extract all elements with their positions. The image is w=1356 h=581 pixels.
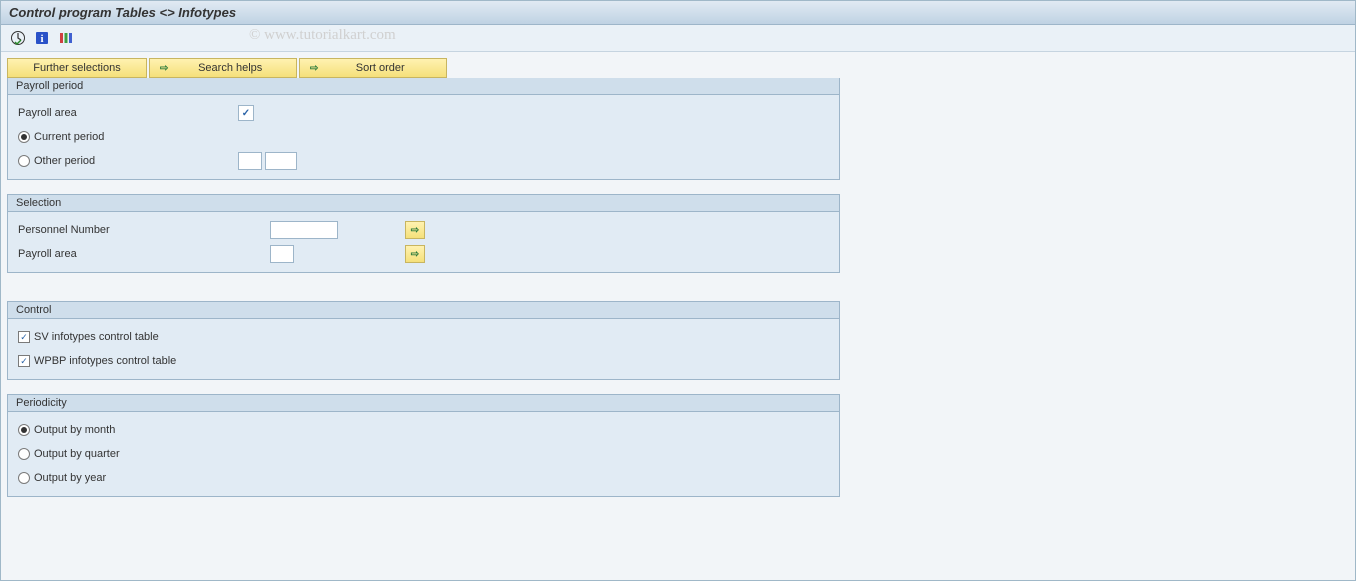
other-period-field-1[interactable]: [238, 152, 262, 170]
control-header: Control: [8, 302, 839, 319]
info-icon[interactable]: i: [33, 29, 51, 47]
radio-icon: [18, 131, 30, 143]
other-period-label: Other period: [34, 155, 95, 167]
sv-infotypes-checkbox[interactable]: ✓ SV infotypes control table: [18, 331, 159, 343]
content-area: Further selections ⇨ Search helps ⇨ Sort…: [1, 52, 1355, 517]
wpbp-infotypes-checkbox[interactable]: ✓ WPBP infotypes control table: [18, 355, 176, 367]
sort-order-label: Sort order: [324, 62, 436, 74]
output-quarter-radio[interactable]: Output by quarter: [18, 448, 120, 460]
other-period-radio[interactable]: Other period: [18, 155, 238, 167]
personnel-number-label: Personnel Number: [18, 224, 270, 236]
wpbp-infotypes-label: WPBP infotypes control table: [34, 355, 176, 367]
radio-icon: [18, 472, 30, 484]
selection-header: Selection: [8, 195, 839, 212]
payroll-area-label: Payroll area: [18, 107, 238, 119]
personnel-number-input[interactable]: [270, 221, 338, 239]
payroll-period-header: Payroll period: [8, 78, 839, 95]
selection-payroll-area-label: Payroll area: [18, 248, 270, 260]
toolbar: i © www.tutorialkart.com: [1, 25, 1355, 52]
control-group: Control ✓ SV infotypes control table ✓ W…: [7, 301, 840, 380]
selection-group: Selection Personnel Number ⇨ Payroll are…: [7, 194, 840, 273]
watermark: © www.tutorialkart.com: [249, 27, 396, 44]
current-period-label: Current period: [34, 131, 104, 143]
sv-infotypes-label: SV infotypes control table: [34, 331, 159, 343]
radio-icon: [18, 424, 30, 436]
radio-icon: [18, 448, 30, 460]
arrow-right-icon: ⇨: [160, 63, 168, 74]
title-bar: Control program Tables <> Infotypes: [1, 1, 1355, 25]
output-year-radio[interactable]: Output by year: [18, 472, 106, 484]
output-month-label: Output by month: [34, 424, 115, 436]
selection-buttons-row: Further selections ⇨ Search helps ⇨ Sort…: [7, 58, 1349, 78]
payroll-period-group: Payroll period Payroll area ✓ Current pe…: [7, 78, 840, 180]
periodicity-header: Periodicity: [8, 395, 839, 412]
sort-order-button[interactable]: ⇨ Sort order: [299, 58, 447, 78]
payroll-area-multi-button[interactable]: ⇨: [405, 245, 425, 263]
further-selections-label: Further selections: [33, 62, 120, 74]
execute-icon[interactable]: [9, 29, 27, 47]
variant-icon[interactable]: [57, 29, 75, 47]
output-year-label: Output by year: [34, 472, 106, 484]
periodicity-group: Periodicity Output by month Output by qu…: [7, 394, 840, 497]
output-quarter-label: Output by quarter: [34, 448, 120, 460]
svg-text:i: i: [40, 33, 43, 45]
arrow-right-icon: ⇨: [310, 63, 318, 74]
personnel-number-multi-button[interactable]: ⇨: [405, 221, 425, 239]
page-title: Control program Tables <> Infotypes: [9, 5, 236, 20]
checkbox-icon: ✓: [18, 355, 30, 367]
search-helps-label: Search helps: [174, 62, 286, 74]
payroll-area-indicator[interactable]: ✓: [238, 105, 254, 121]
radio-icon: [18, 155, 30, 167]
checkbox-icon: ✓: [18, 331, 30, 343]
other-period-field-2[interactable]: [265, 152, 297, 170]
current-period-radio[interactable]: Current period: [18, 131, 238, 143]
further-selections-button[interactable]: Further selections: [7, 58, 147, 78]
selection-payroll-area-input[interactable]: [270, 245, 294, 263]
search-helps-button[interactable]: ⇨ Search helps: [149, 58, 297, 78]
output-month-radio[interactable]: Output by month: [18, 424, 115, 436]
